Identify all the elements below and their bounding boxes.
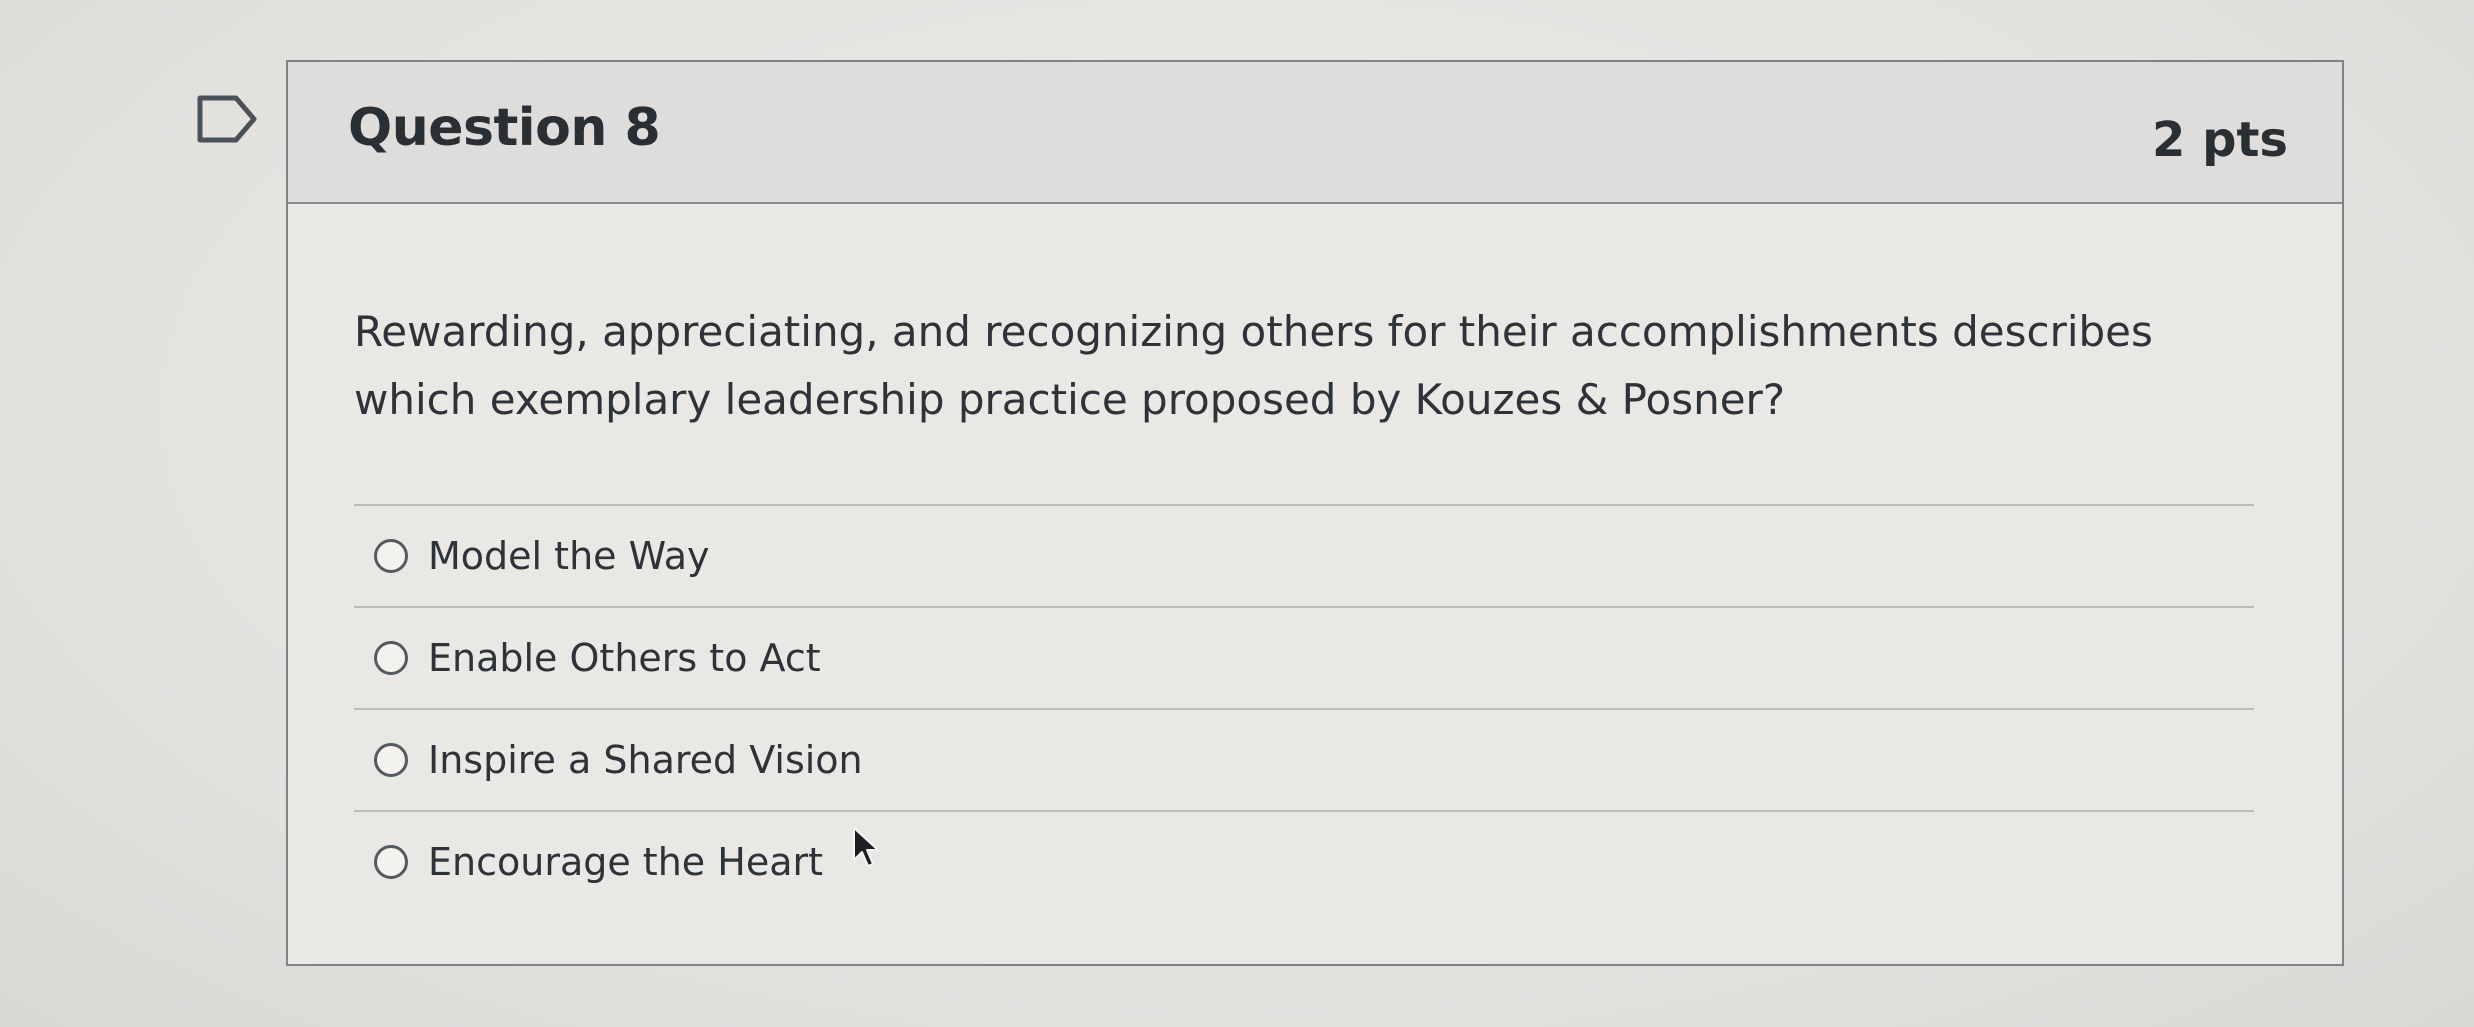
answer-label[interactable]: Inspire a Shared Vision [428, 738, 863, 782]
answer-label[interactable]: Model the Way [428, 534, 710, 578]
radio-button[interactable] [374, 743, 408, 777]
question-text: Rewarding, appreciating, and recognizing… [354, 307, 2153, 424]
answer-label[interactable]: Encourage the Heart [428, 840, 823, 884]
radio-button[interactable] [374, 845, 408, 879]
question-title: Question 8 [348, 98, 661, 158]
answer-option[interactable]: Enable Others to Act [354, 606, 2254, 708]
question-points: 2 pts [2152, 112, 2288, 168]
answer-list: Model the Way Enable Others to Act Inspi… [354, 504, 2254, 912]
question-card: Question 8 2 pts Rewarding, appreciating… [286, 60, 2344, 966]
answer-option[interactable]: Inspire a Shared Vision [354, 708, 2254, 810]
answer-option[interactable]: Encourage the Heart [354, 810, 2254, 912]
radio-button[interactable] [374, 641, 408, 675]
answer-label[interactable]: Enable Others to Act [428, 636, 821, 680]
mouse-pointer-icon [853, 827, 879, 867]
radio-button[interactable] [374, 539, 408, 573]
question-header: Question 8 2 pts [288, 62, 2342, 204]
flag-question-icon[interactable] [196, 94, 258, 144]
answer-option[interactable]: Model the Way [354, 504, 2254, 606]
